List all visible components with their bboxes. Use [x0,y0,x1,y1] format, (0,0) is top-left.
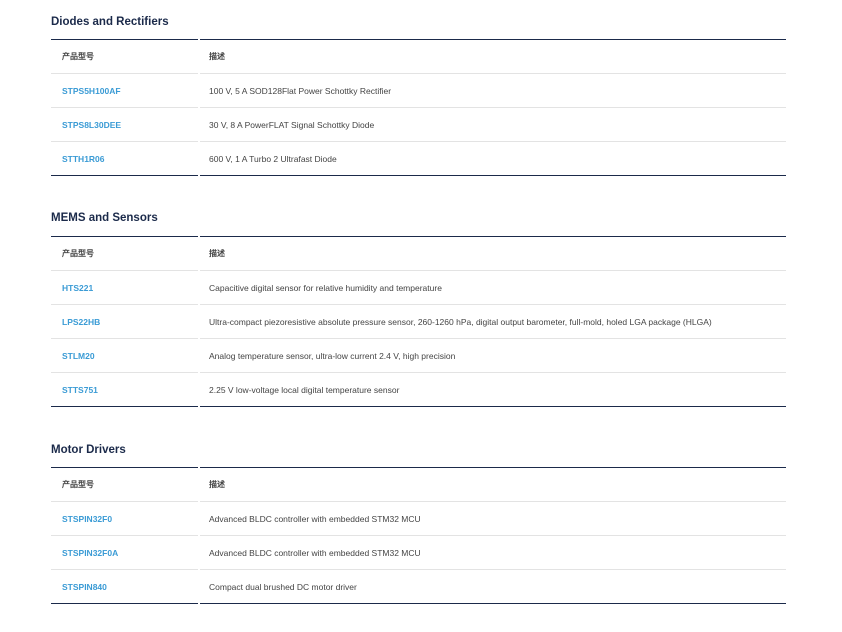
part-description: 600 V, 1 A Turbo 2 Ultrafast Diode [199,141,786,176]
table-header-row: 产品型号 描述 [51,39,786,74]
part-description: Compact dual brushed DC motor driver [199,569,786,604]
section-diodes-rectifiers: Diodes and Rectifiers 产品型号 描述 STPS5H100A… [51,14,786,176]
column-header-part-number[interactable]: 产品型号 [51,467,200,502]
section-mems-sensors: MEMS and Sensors 产品型号 描述 HTS221 Capaciti… [51,210,786,407]
section-title: MEMS and Sensors [51,212,158,224]
part-description: 30 V, 8 A PowerFLAT Signal Schottky Diod… [199,107,786,142]
part-description: Advanced BLDC controller with embedded S… [199,535,786,570]
table-row: STPS8L30DEE 30 V, 8 A PowerFLAT Signal S… [51,107,786,142]
part-number-link[interactable]: HTS221 [62,283,93,293]
part-description: 2.25 V low-voltage local digital tempera… [199,372,786,407]
table-header-row: 产品型号 描述 [51,467,786,502]
table-row: STTS751 2.25 V low-voltage local digital… [51,372,786,407]
parts-table: 产品型号 描述 STPS5H100AF 100 V, 5 A SOD128Fla… [51,39,786,176]
parts-table: 产品型号 描述 STSPIN32F0 Advanced BLDC control… [51,467,786,604]
part-description: 100 V, 5 A SOD128Flat Power Schottky Rec… [199,73,786,108]
part-number-link[interactable]: STSPIN32F0 [62,514,112,524]
part-number-link[interactable]: STLM20 [62,351,95,361]
column-header-description[interactable]: 描述 [199,39,786,74]
table-row: HTS221 Capacitive digital sensor for rel… [51,270,786,305]
table-row: STLM20 Analog temperature sensor, ultra-… [51,338,786,373]
section-title: Diodes and Rectifiers [51,16,169,28]
part-number-link[interactable]: STSPIN32F0A [62,548,118,558]
part-number-link[interactable]: STPS8L30DEE [62,120,121,130]
table-row: LPS22HB Ultra-compact piezoresistive abs… [51,304,786,339]
table-row: STSPIN32F0 Advanced BLDC controller with… [51,501,786,536]
table-row: STPS5H100AF 100 V, 5 A SOD128Flat Power … [51,73,786,108]
section-title: Motor Drivers [51,444,126,456]
part-description: Advanced BLDC controller with embedded S… [199,501,786,536]
part-description: Ultra-compact piezoresistive absolute pr… [199,304,786,339]
part-number-link[interactable]: STTH1R06 [62,154,105,164]
part-number-link[interactable]: LPS22HB [62,317,100,327]
part-number-link[interactable]: STTS751 [62,385,98,395]
part-number-link[interactable]: STSPIN840 [62,582,107,592]
table-header-row: 产品型号 描述 [51,236,786,271]
part-description: Capacitive digital sensor for relative h… [199,270,786,305]
part-description: Analog temperature sensor, ultra-low cur… [199,338,786,373]
table-row: STSPIN840 Compact dual brushed DC motor … [51,569,786,604]
part-number-link[interactable]: STPS5H100AF [62,86,121,96]
table-row: STSPIN32F0A Advanced BLDC controller wit… [51,535,786,570]
column-header-description[interactable]: 描述 [199,236,786,271]
column-header-description[interactable]: 描述 [199,467,786,502]
parts-table: 产品型号 描述 HTS221 Capacitive digital sensor… [51,236,786,407]
table-row: STTH1R06 600 V, 1 A Turbo 2 Ultrafast Di… [51,141,786,176]
column-header-part-number[interactable]: 产品型号 [51,236,200,271]
section-motor-drivers: Motor Drivers 产品型号 描述 STSPIN32F0 Advance… [51,442,786,604]
column-header-part-number[interactable]: 产品型号 [51,39,200,74]
